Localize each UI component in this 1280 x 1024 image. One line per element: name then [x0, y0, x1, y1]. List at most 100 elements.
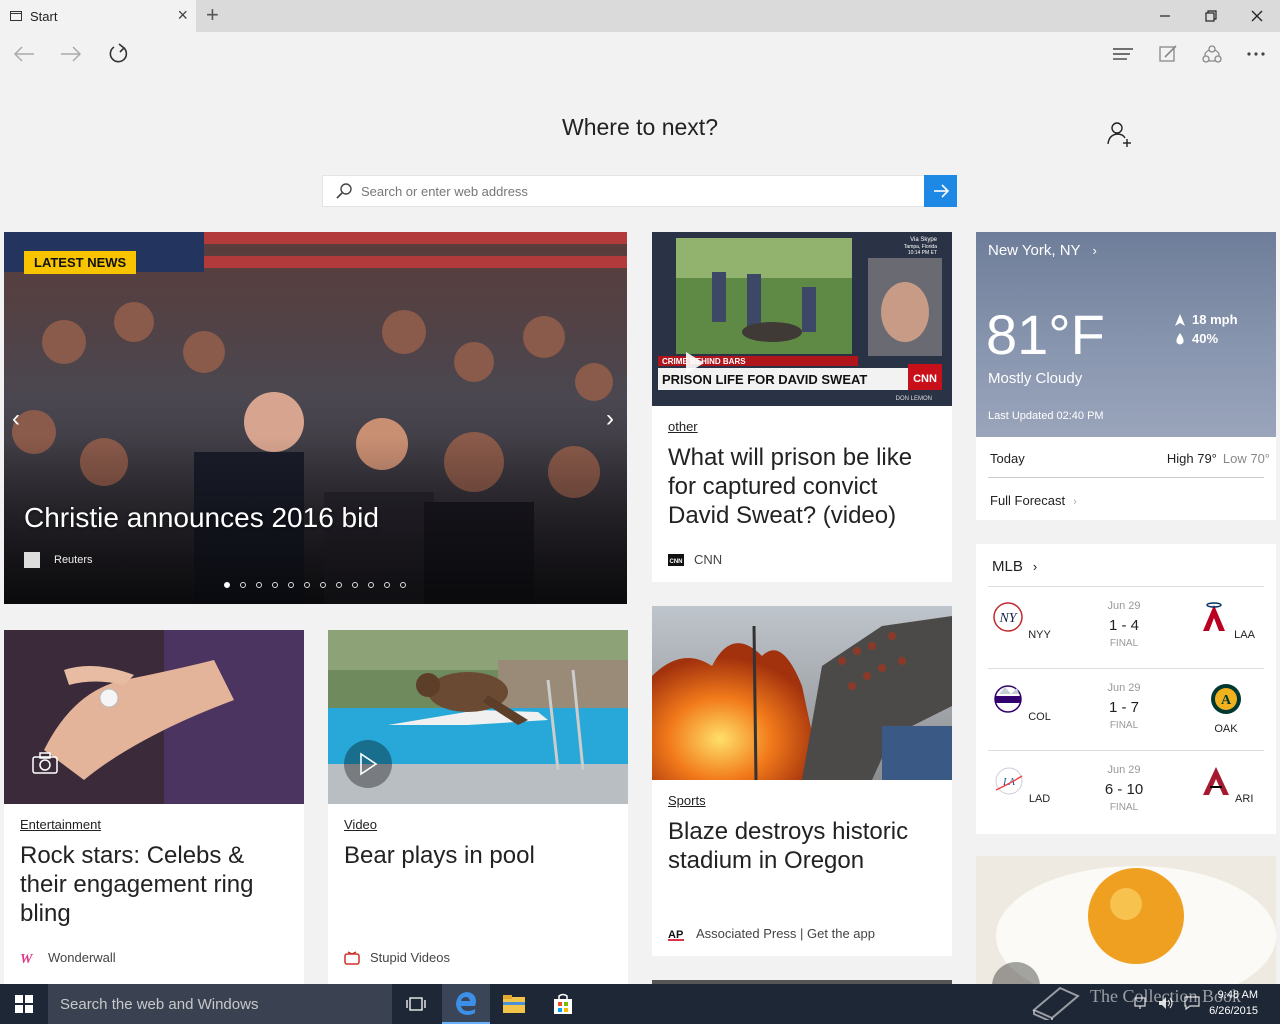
weather-location[interactable]: New York, NY ›: [988, 242, 1097, 259]
card-source: W Wonderwall: [20, 950, 116, 965]
home-team-abbr: LAD: [1028, 793, 1051, 805]
card-source: CNN CNN: [668, 552, 722, 567]
play-icon: [360, 752, 378, 776]
mlb-scores-card[interactable]: MLB › NY NYY Jun 29 1 - 4 FINAL LAA COL J…: [976, 544, 1276, 834]
carousel-dot[interactable]: [240, 582, 246, 588]
precip-chance: 40%: [1192, 331, 1219, 346]
carousel-next-icon[interactable]: ›: [606, 405, 614, 433]
taskbar: Search the web and Windows 9:48 AM 6/26/…: [0, 984, 1280, 1024]
card-category[interactable]: Sports: [668, 793, 706, 808]
card-category[interactable]: other: [668, 419, 698, 434]
task-view-button[interactable]: [392, 984, 440, 1024]
blaze-photo: [652, 606, 952, 780]
game-date: Jun 29: [1107, 682, 1141, 694]
mlb-title[interactable]: MLB ›: [992, 558, 1037, 575]
tab-start[interactable]: Start ×: [0, 0, 196, 32]
carousel-dot[interactable]: [400, 582, 406, 588]
weather-location-label: New York, NY: [988, 242, 1081, 259]
close-window-button[interactable]: [1234, 0, 1280, 32]
chyron-main: PRISON LIFE FOR DAVID SWEAT: [662, 372, 867, 387]
news-card-egg[interactable]: [976, 856, 1276, 984]
minimize-button[interactable]: [1142, 0, 1188, 32]
news-card-bear[interactable]: Video Bear plays in pool Stupid Videos: [328, 630, 628, 984]
video-still: Via Skype Tampa, Florida 10:14 PM ET CRI…: [652, 232, 952, 406]
search-go-button[interactable]: [924, 175, 957, 207]
ring-image: [4, 630, 304, 804]
game-row[interactable]: COL Jun 29 1 - 7 FINAL A OAK: [976, 668, 1276, 750]
search-input[interactable]: [361, 176, 921, 206]
card-title[interactable]: Blaze destroys historic stadium in Orego…: [668, 817, 938, 875]
weather-card[interactable]: New York, NY › 81°F 18 mph 40% Mostly Clo…: [976, 232, 1276, 520]
carousel-dot[interactable]: [320, 582, 326, 588]
taskbar-edge[interactable]: [442, 984, 490, 1024]
back-button[interactable]: [6, 38, 42, 70]
game-status: FINAL: [1109, 802, 1139, 813]
carousel-dot[interactable]: [224, 582, 230, 588]
taskbar-search[interactable]: Search the web and Windows: [48, 984, 392, 1024]
home-team-abbr: COL: [1028, 711, 1051, 723]
svg-text:CNN: CNN: [670, 559, 683, 565]
camera-icon[interactable]: [32, 752, 58, 774]
add-person-button[interactable]: [1106, 120, 1134, 148]
cnn-bug: CNN: [913, 373, 937, 385]
share-button[interactable]: [1194, 38, 1230, 70]
hero-photo[interactable]: [4, 232, 627, 604]
taskbar-store[interactable]: [539, 984, 587, 1024]
full-forecast-link[interactable]: Full Forecast ›: [990, 493, 1077, 508]
folder-icon: [503, 995, 525, 1013]
more-button[interactable]: [1238, 38, 1274, 70]
close-tab-icon[interactable]: ×: [177, 6, 188, 24]
chevron-right-icon: ›: [1073, 496, 1077, 508]
away-team-abbr: OAK: [1214, 723, 1238, 735]
hub-button[interactable]: [1105, 38, 1141, 70]
hub-icon: [1113, 48, 1133, 60]
carousel-dot[interactable]: [256, 582, 262, 588]
carousel-dot[interactable]: [384, 582, 390, 588]
weather-high-low: High 79° Low 70°: [1167, 451, 1270, 466]
carousel-prev-icon[interactable]: ‹: [12, 405, 20, 433]
source-logo: [24, 552, 40, 568]
play-button[interactable]: [344, 740, 392, 788]
chyron-top: CRIME BEHIND BARS: [662, 357, 746, 366]
start-button[interactable]: [0, 984, 48, 1024]
forward-button[interactable]: [53, 38, 89, 70]
refresh-icon: [109, 43, 128, 63]
web-note-button[interactable]: [1150, 38, 1186, 70]
news-card-ring[interactable]: Entertainment Rock stars: Celebs & their…: [4, 630, 304, 984]
carousel-dot[interactable]: [288, 582, 294, 588]
news-card-blaze[interactable]: Sports Blaze destroys historic stadium i…: [652, 606, 952, 956]
home-team-abbr: NYY: [1028, 629, 1051, 641]
game-status: FINAL: [1109, 638, 1139, 649]
task-view-icon: [406, 997, 426, 1011]
angels-logo-icon: [1203, 602, 1226, 631]
news-card-prison[interactable]: Via Skype Tampa, Florida 10:14 PM ET CRI…: [652, 232, 952, 582]
carousel-dot[interactable]: [336, 582, 342, 588]
latest-news-badge: LATEST NEWS: [24, 251, 137, 274]
refresh-button[interactable]: [101, 38, 137, 70]
hero-source: Reuters: [24, 552, 93, 568]
game-row[interactable]: NY NYY Jun 29 1 - 4 FINAL LAA: [976, 586, 1276, 668]
carousel-dot[interactable]: [368, 582, 374, 588]
title-bar: Start × +: [0, 0, 1280, 32]
hero-title[interactable]: Christie announces 2016 bid: [24, 502, 379, 534]
weather-panel: New York, NY › 81°F 18 mph 40% Mostly Clo…: [976, 232, 1276, 437]
card-title[interactable]: What will prison be like for captured co…: [668, 443, 938, 530]
restore-button[interactable]: [1188, 0, 1234, 32]
weather-high: High 79°: [1166, 451, 1217, 466]
carousel-dots[interactable]: [224, 582, 416, 588]
game-score: 1 - 4: [1108, 617, 1139, 634]
taskbar-file-explorer[interactable]: [490, 984, 538, 1024]
carousel-dot[interactable]: [304, 582, 310, 588]
card-title[interactable]: Bear plays in pool: [344, 841, 614, 870]
new-tab-button[interactable]: +: [206, 3, 219, 27]
card-category[interactable]: Video: [344, 817, 377, 832]
mlb-title-label: MLB: [992, 558, 1023, 575]
card-title[interactable]: Rock stars: Celebs & their engagement ri…: [20, 841, 290, 928]
athletics-logo-icon: A: [1211, 684, 1241, 714]
carousel-dot[interactable]: [272, 582, 278, 588]
page-title: Where to next?: [562, 114, 718, 140]
game-row[interactable]: LA LAD Jun 29 6 - 10 FINAL ARI: [976, 750, 1276, 832]
card-category[interactable]: Entertainment: [20, 817, 101, 832]
dodgers-logo-icon: LA: [995, 767, 1023, 795]
carousel-dot[interactable]: [352, 582, 358, 588]
